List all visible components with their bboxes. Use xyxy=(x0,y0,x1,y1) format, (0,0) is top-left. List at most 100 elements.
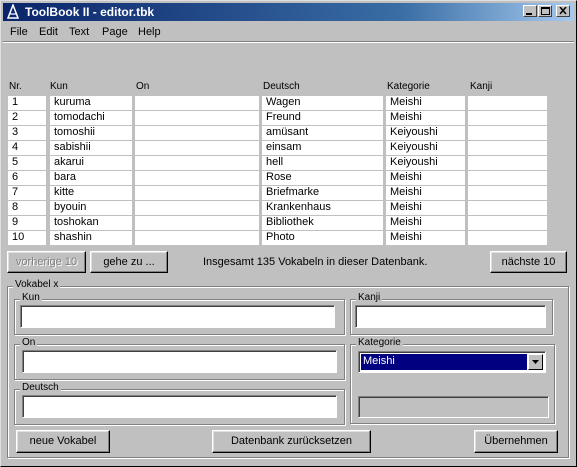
cell-kategorie[interactable]: Meishi xyxy=(386,231,465,245)
cell-kategorie[interactable]: Keiyoushi xyxy=(386,141,465,155)
deutsch-input[interactable] xyxy=(22,395,337,418)
cell-deutsch[interactable]: Krankenhaus xyxy=(262,201,383,215)
cell-kategorie[interactable]: Meishi xyxy=(386,96,465,110)
cell-on[interactable] xyxy=(135,216,259,230)
maximize-button[interactable] xyxy=(538,5,552,17)
menu-file[interactable]: File xyxy=(10,26,28,38)
cell-kategorie[interactable]: Keiyoushi xyxy=(386,126,465,140)
cell-kanji[interactable] xyxy=(468,111,547,125)
cell-kategorie[interactable]: Meishi xyxy=(386,201,465,215)
kun-label: Kun xyxy=(20,292,42,303)
cell-nr[interactable]: 8 xyxy=(8,201,46,215)
cell-deutsch[interactable]: Freund xyxy=(262,111,383,125)
cell-on[interactable] xyxy=(135,171,259,185)
menu-page[interactable]: Page xyxy=(102,26,128,38)
cell-kanji[interactable] xyxy=(468,96,547,110)
cell-kun[interactable]: tomodachi xyxy=(50,111,132,125)
cell-kun[interactable]: tomoshii xyxy=(50,126,132,140)
kategorie-selected-value: Meishi xyxy=(361,354,527,370)
cell-kun[interactable]: bara xyxy=(50,171,132,185)
app-window: ToolBook II - editor.tbk File Edit Text … xyxy=(0,0,577,467)
cell-on[interactable] xyxy=(135,111,259,125)
reset-database-button[interactable]: Datenbank zurücksetzen xyxy=(212,430,371,453)
title-bar[interactable]: ToolBook II - editor.tbk xyxy=(3,3,574,21)
menu-edit[interactable]: Edit xyxy=(39,26,58,38)
minimize-icon xyxy=(526,13,532,15)
menu-bar: File Edit Text Page Help xyxy=(3,23,574,41)
goto-button[interactable]: gehe zu ... xyxy=(90,251,168,273)
cell-on[interactable] xyxy=(135,126,259,140)
cell-kanji[interactable] xyxy=(468,156,547,170)
kanji-input[interactable] xyxy=(355,305,546,328)
cell-kanji[interactable] xyxy=(468,216,547,230)
cell-kategorie[interactable]: Meishi xyxy=(386,216,465,230)
cell-kanji[interactable] xyxy=(468,201,547,215)
cell-nr[interactable]: 2 xyxy=(8,111,46,125)
kategorie-select[interactable]: Meishi xyxy=(358,351,546,373)
cell-kun[interactable]: kuruma xyxy=(50,96,132,110)
vocabulary-group-label: Vokabel x xyxy=(13,279,61,290)
cell-kategorie[interactable]: Meishi xyxy=(386,171,465,185)
cell-kun[interactable]: sabishii xyxy=(50,141,132,155)
cell-on[interactable] xyxy=(135,141,259,155)
cell-deutsch[interactable]: Briefmarke xyxy=(262,186,383,200)
cell-deutsch[interactable]: hell xyxy=(262,156,383,170)
cell-nr[interactable]: 10 xyxy=(8,231,46,245)
window-title: ToolBook II - editor.tbk xyxy=(25,5,155,19)
cell-nr[interactable]: 9 xyxy=(8,216,46,230)
cell-kanji[interactable] xyxy=(468,231,547,245)
cell-on[interactable] xyxy=(135,186,259,200)
cell-kanji[interactable] xyxy=(468,171,547,185)
next-10-button[interactable]: nächste 10 xyxy=(490,251,567,273)
on-input[interactable] xyxy=(22,350,337,373)
header-kun: Kun xyxy=(50,81,68,92)
cell-kanji[interactable] xyxy=(468,126,547,140)
cell-kun[interactable]: akarui xyxy=(50,156,132,170)
kun-input[interactable] xyxy=(20,305,335,328)
cell-nr[interactable]: 5 xyxy=(8,156,46,170)
header-kanji: Kanji xyxy=(470,81,493,92)
cell-kun[interactable]: byouin xyxy=(50,201,132,215)
minimize-button[interactable] xyxy=(523,5,537,17)
cell-kategorie[interactable]: Meishi xyxy=(386,111,465,125)
cell-on[interactable] xyxy=(135,201,259,215)
apply-button[interactable]: Übernehmen xyxy=(474,430,558,453)
cell-deutsch[interactable]: Photo xyxy=(262,231,383,245)
cell-kun[interactable]: shashin xyxy=(50,231,132,245)
chevron-down-icon xyxy=(532,360,539,364)
cell-kanji[interactable] xyxy=(468,141,547,155)
previous-10-button[interactable]: vorherige 10 xyxy=(7,251,86,273)
cell-nr[interactable]: 4 xyxy=(8,141,46,155)
cell-kategorie[interactable]: Keiyoushi xyxy=(386,156,465,170)
kategorie-label: Kategorie xyxy=(356,337,403,348)
close-icon xyxy=(559,7,567,15)
on-label: On xyxy=(20,337,38,348)
close-button[interactable] xyxy=(556,5,570,17)
cell-on[interactable] xyxy=(135,156,259,170)
menu-text[interactable]: Text xyxy=(69,26,89,38)
header-nr: Nr. xyxy=(9,81,22,92)
cell-deutsch[interactable]: Bibliothek xyxy=(262,216,383,230)
kategorie-extra-field xyxy=(358,396,549,418)
cell-nr[interactable]: 6 xyxy=(8,171,46,185)
cell-nr[interactable]: 3 xyxy=(8,126,46,140)
header-deutsch: Deutsch xyxy=(263,81,300,92)
cell-on[interactable] xyxy=(135,96,259,110)
vocabulary-count-status: Insgesamt 135 Vokabeln in dieser Datenba… xyxy=(203,256,428,268)
cell-deutsch[interactable]: amüsant xyxy=(262,126,383,140)
cell-kun[interactable]: toshokan xyxy=(50,216,132,230)
cell-on[interactable] xyxy=(135,231,259,245)
cell-kanji[interactable] xyxy=(468,186,547,200)
kategorie-dropdown-button[interactable] xyxy=(528,354,543,370)
kanji-label: Kanji xyxy=(356,292,383,303)
cell-deutsch[interactable]: Rose xyxy=(262,171,383,185)
menu-help[interactable]: Help xyxy=(138,26,161,38)
new-vocabulary-button[interactable]: neue Vokabel xyxy=(16,430,110,453)
cell-nr[interactable]: 1 xyxy=(8,96,46,110)
cell-kun[interactable]: kitte xyxy=(50,186,132,200)
cell-nr[interactable]: 7 xyxy=(8,186,46,200)
maximize-icon xyxy=(541,7,550,15)
cell-deutsch[interactable]: Wagen xyxy=(262,96,383,110)
cell-deutsch[interactable]: einsam xyxy=(262,141,383,155)
cell-kategorie[interactable]: Meishi xyxy=(386,186,465,200)
